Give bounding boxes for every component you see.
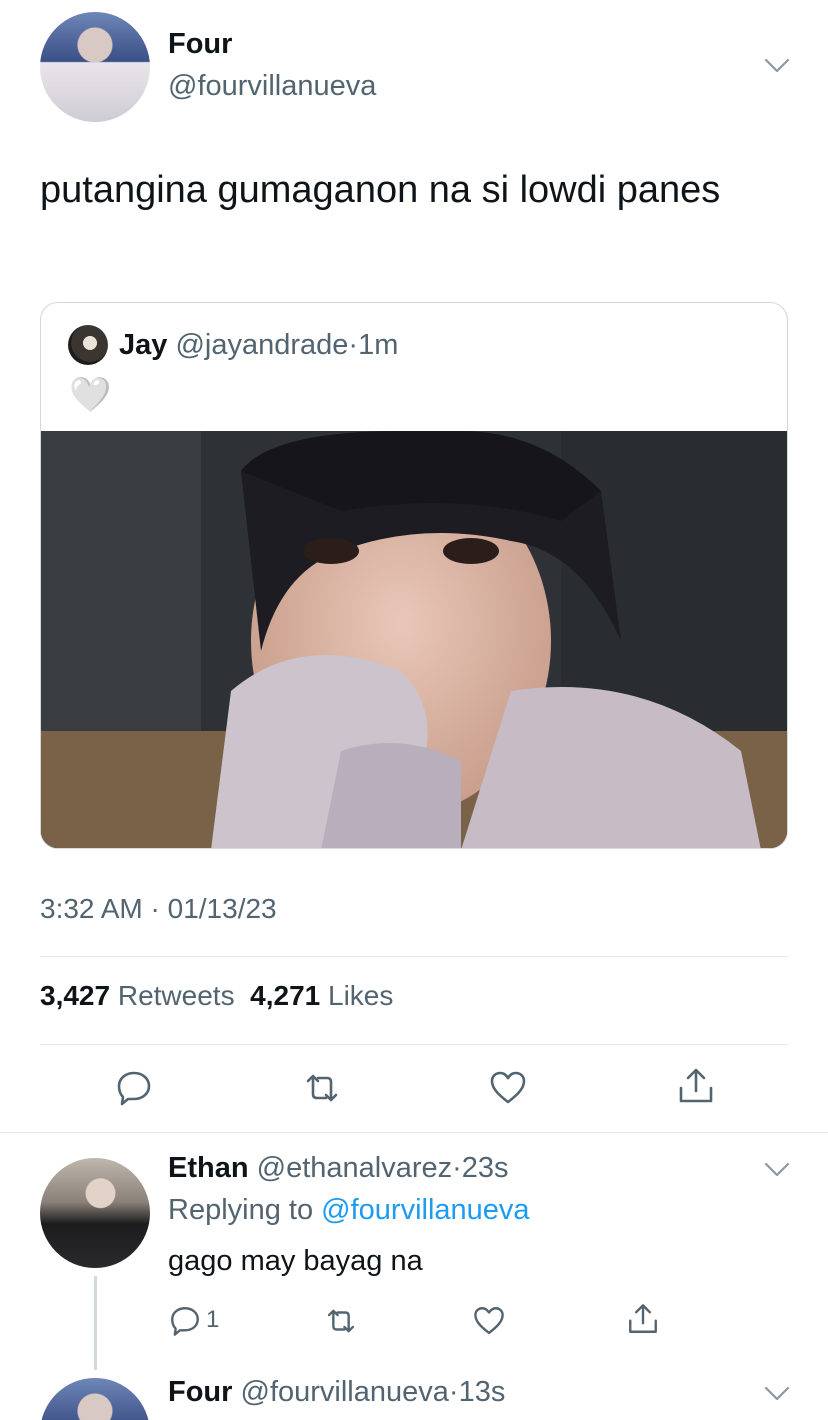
likes-label: Likes	[328, 980, 394, 1011]
reply-separator: ·	[452, 1152, 462, 1184]
reply-count: 1	[206, 1306, 220, 1333]
reply-age: 23s	[461, 1152, 509, 1184]
divider	[40, 1044, 788, 1045]
reply2-author-avatar[interactable]	[40, 1378, 150, 1420]
replying-to: Replying to @fourvillanueva	[168, 1194, 530, 1227]
retweets-stat[interactable]: 3,427 Retweets	[40, 980, 235, 1011]
replying-to-prefix: Replying to	[168, 1194, 314, 1226]
like-icon[interactable]	[472, 1304, 506, 1338]
reply-text: gago may bayag na	[168, 1245, 423, 1277]
white-heart-emoji: 🤍	[68, 375, 112, 416]
reply2-author-handle[interactable]: @fourvillanueva	[241, 1376, 449, 1408]
quote-author-handle: @jayandrade	[175, 329, 349, 361]
reply-author-handle[interactable]: @ethanalvarez	[257, 1152, 453, 1184]
tweet-stats: 3,427 Retweets 4,271 Likes	[40, 980, 393, 1012]
comment-icon[interactable]	[114, 1068, 154, 1108]
author-avatar[interactable]	[40, 12, 150, 122]
reply-author-avatar[interactable]	[40, 1158, 150, 1268]
retweet-icon[interactable]	[324, 1304, 358, 1338]
like-icon[interactable]	[488, 1068, 528, 1108]
replying-to-link[interactable]: @fourvillanueva	[321, 1194, 529, 1226]
reply2-author-name[interactable]: Four	[168, 1376, 232, 1408]
quote-separator: ·	[348, 329, 359, 361]
likes-stat[interactable]: 4,271 Likes	[250, 980, 393, 1011]
reply2-separator: ·	[448, 1376, 459, 1408]
author-name[interactable]: Four	[168, 28, 232, 61]
reply2-header: Four @fourvillanueva·13s	[168, 1376, 505, 1409]
tweet-text: putangina gumaganon na si lowdi panes	[40, 169, 721, 211]
quote-author-name: Jay	[119, 329, 168, 361]
tweet-date: 01/13/23	[167, 893, 277, 924]
retweets-label: Retweets	[117, 980, 235, 1011]
thread-connector-line	[94, 1276, 97, 1370]
quoted-tweet-photo[interactable]	[41, 431, 787, 848]
reply-header: Ethan @ethanalvarez·23s	[168, 1152, 509, 1185]
share-icon[interactable]	[676, 1066, 716, 1106]
quoted-tweet-card[interactable]: Jay @jayandrade·1m 🤍	[40, 302, 788, 849]
likes-count: 4,271	[250, 980, 321, 1011]
tweet-timestamp[interactable]: 3:32 AM · 01/13/23	[40, 893, 277, 925]
date-separator: ·	[150, 893, 160, 924]
retweets-count: 3,427	[40, 980, 111, 1011]
retweet-icon[interactable]	[302, 1068, 342, 1108]
quote-author-avatar	[68, 325, 108, 365]
chevron-down-icon[interactable]	[764, 1162, 790, 1178]
portrait-photo	[41, 431, 787, 848]
reply2-age: 13s	[458, 1376, 506, 1408]
share-icon[interactable]	[626, 1302, 660, 1336]
author-handle[interactable]: @fourvillanueva	[168, 70, 376, 103]
tweet-time: 3:32 AM	[40, 893, 143, 924]
quoted-tweet-header: Jay @jayandrade·1m 🤍	[41, 303, 787, 431]
reply-author-name[interactable]: Ethan	[168, 1152, 249, 1184]
chevron-down-icon[interactable]	[764, 1386, 790, 1402]
comment-icon[interactable]	[168, 1304, 202, 1338]
quote-age: 1m	[358, 329, 399, 361]
divider	[40, 956, 788, 957]
chevron-down-icon[interactable]	[764, 58, 790, 74]
divider	[0, 1132, 828, 1133]
